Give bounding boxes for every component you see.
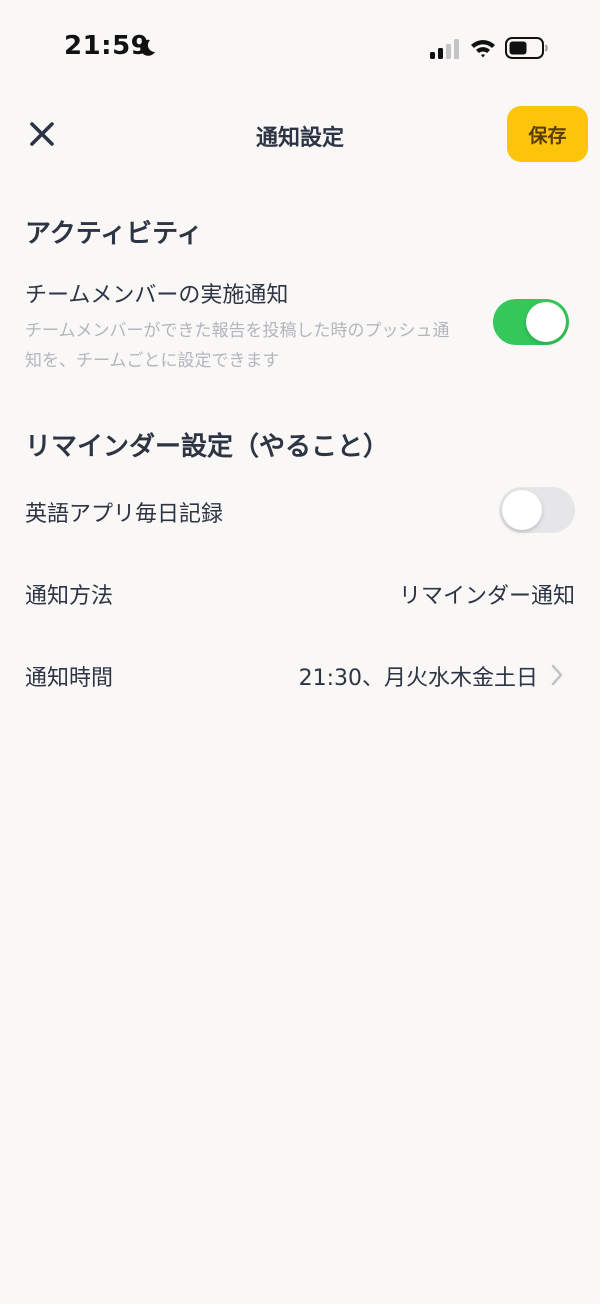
section-title-activity: アクティビティ <box>25 219 203 249</box>
save-button[interactable]: 保存 <box>507 106 588 162</box>
english-app-daily-record-toggle[interactable] <box>499 487 575 533</box>
notification-time-value: 21:30、月火水木金土日 <box>298 666 538 691</box>
notification-time-label: 通知時間 <box>25 666 114 691</box>
section-title-reminder: リマインダー設定（やること） <box>25 432 390 462</box>
english-app-daily-record-label: 英語アプリ毎日記録 <box>25 502 224 527</box>
team-member-notification-toggle[interactable] <box>493 299 569 345</box>
toggle-knob <box>502 490 542 530</box>
cellular-signal-icon <box>430 39 459 59</box>
notification-method-value: リマインダー通知 <box>398 584 575 609</box>
team-member-notification-description: チームメンバーができた報告を投稿した時のプッシュ通知を、チームごとに設定できます <box>25 321 450 371</box>
notification-method-label: 通知方法 <box>25 584 114 609</box>
toggle-knob <box>526 302 566 342</box>
wifi-icon <box>471 40 495 58</box>
navigation-header: 通知設定 保存 <box>0 96 600 172</box>
team-member-notification-label: チームメンバーの実施通知 <box>25 283 289 308</box>
battery-icon <box>505 37 548 59</box>
chevron-right-icon <box>551 664 563 686</box>
moon-icon <box>140 39 155 56</box>
status-bar: 21:59 <box>0 0 600 96</box>
